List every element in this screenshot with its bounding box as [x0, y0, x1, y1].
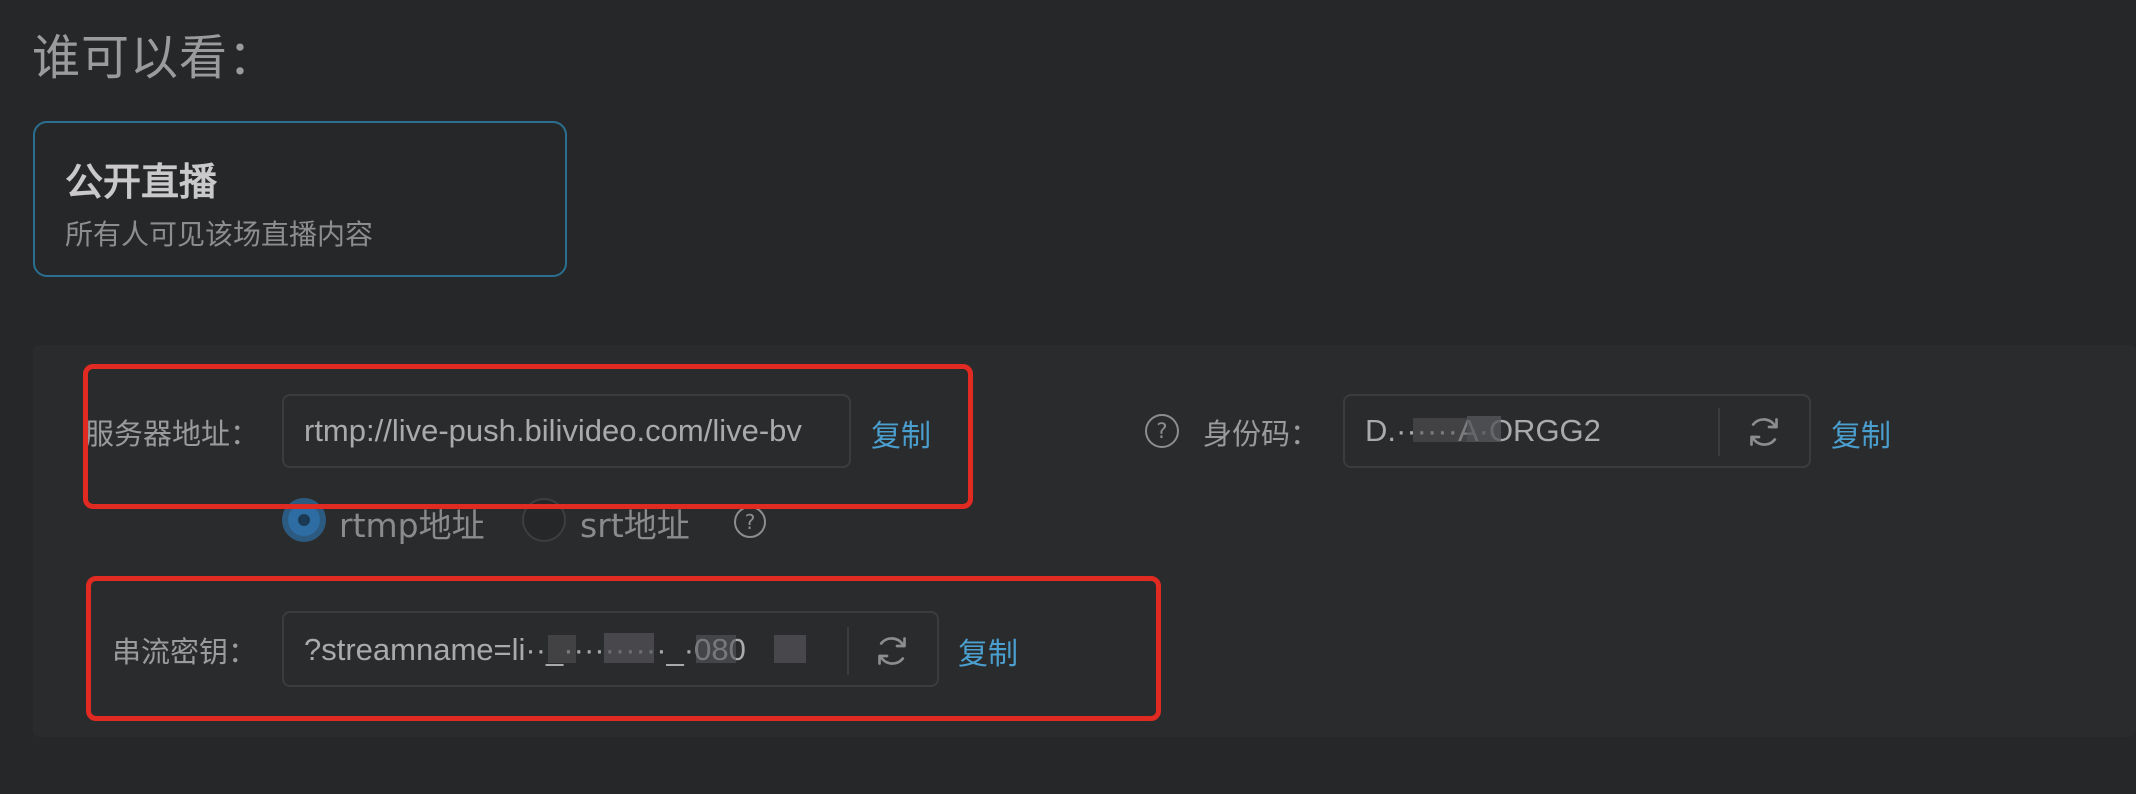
refresh-icon[interactable] [872, 631, 912, 671]
server-address-label: 服务器地址： [85, 417, 260, 451]
public-live-option-card[interactable]: 公开直播 所有人可见该场直播内容 [33, 121, 567, 277]
live-settings-page: 谁可以看： 公开直播 所有人可见该场直播内容 服务器地址： rtmp://liv… [0, 0, 2136, 794]
redaction-mask [1467, 416, 1501, 442]
question-circle-icon[interactable]: ? [734, 506, 766, 538]
field-divider [1718, 408, 1720, 456]
question-circle-icon[interactable]: ? [1145, 414, 1179, 448]
copy-server-address-link[interactable]: 复制 [871, 411, 931, 455]
field-divider [847, 627, 849, 675]
redaction-mask [774, 635, 806, 663]
stream-key-field[interactable]: ?streamname=li··_··········_·080 [282, 611, 939, 687]
redaction-mask [548, 635, 576, 663]
option-description: 所有人可见该场直播内容 [65, 218, 374, 251]
srt-radio-label[interactable]: srt地址 [580, 499, 690, 547]
redaction-mask [604, 633, 654, 663]
rtmp-radio-label[interactable]: rtmp地址 [339, 499, 485, 547]
stream-key-label: 串流密钥： [112, 635, 258, 669]
identity-code-field[interactable]: D.······A·ORGG2 [1343, 394, 1811, 468]
copy-stream-key-link[interactable]: 复制 [958, 629, 1018, 673]
server-address-value: rtmp://live-push.bilivideo.com/live-bv [304, 413, 802, 448]
rtmp-radio[interactable] [282, 498, 326, 542]
server-address-field[interactable]: rtmp://live-push.bilivideo.com/live-bv [282, 394, 851, 468]
srt-radio[interactable] [522, 498, 566, 542]
identity-code-label: 身份码： [1203, 417, 1320, 451]
redaction-mask [696, 635, 736, 663]
refresh-icon[interactable] [1744, 412, 1784, 452]
option-title: 公开直播 [65, 160, 218, 204]
redaction-mask [1413, 418, 1467, 442]
copy-identity-code-link[interactable]: 复制 [1831, 411, 1891, 455]
visibility-section-title: 谁可以看： [32, 30, 278, 86]
